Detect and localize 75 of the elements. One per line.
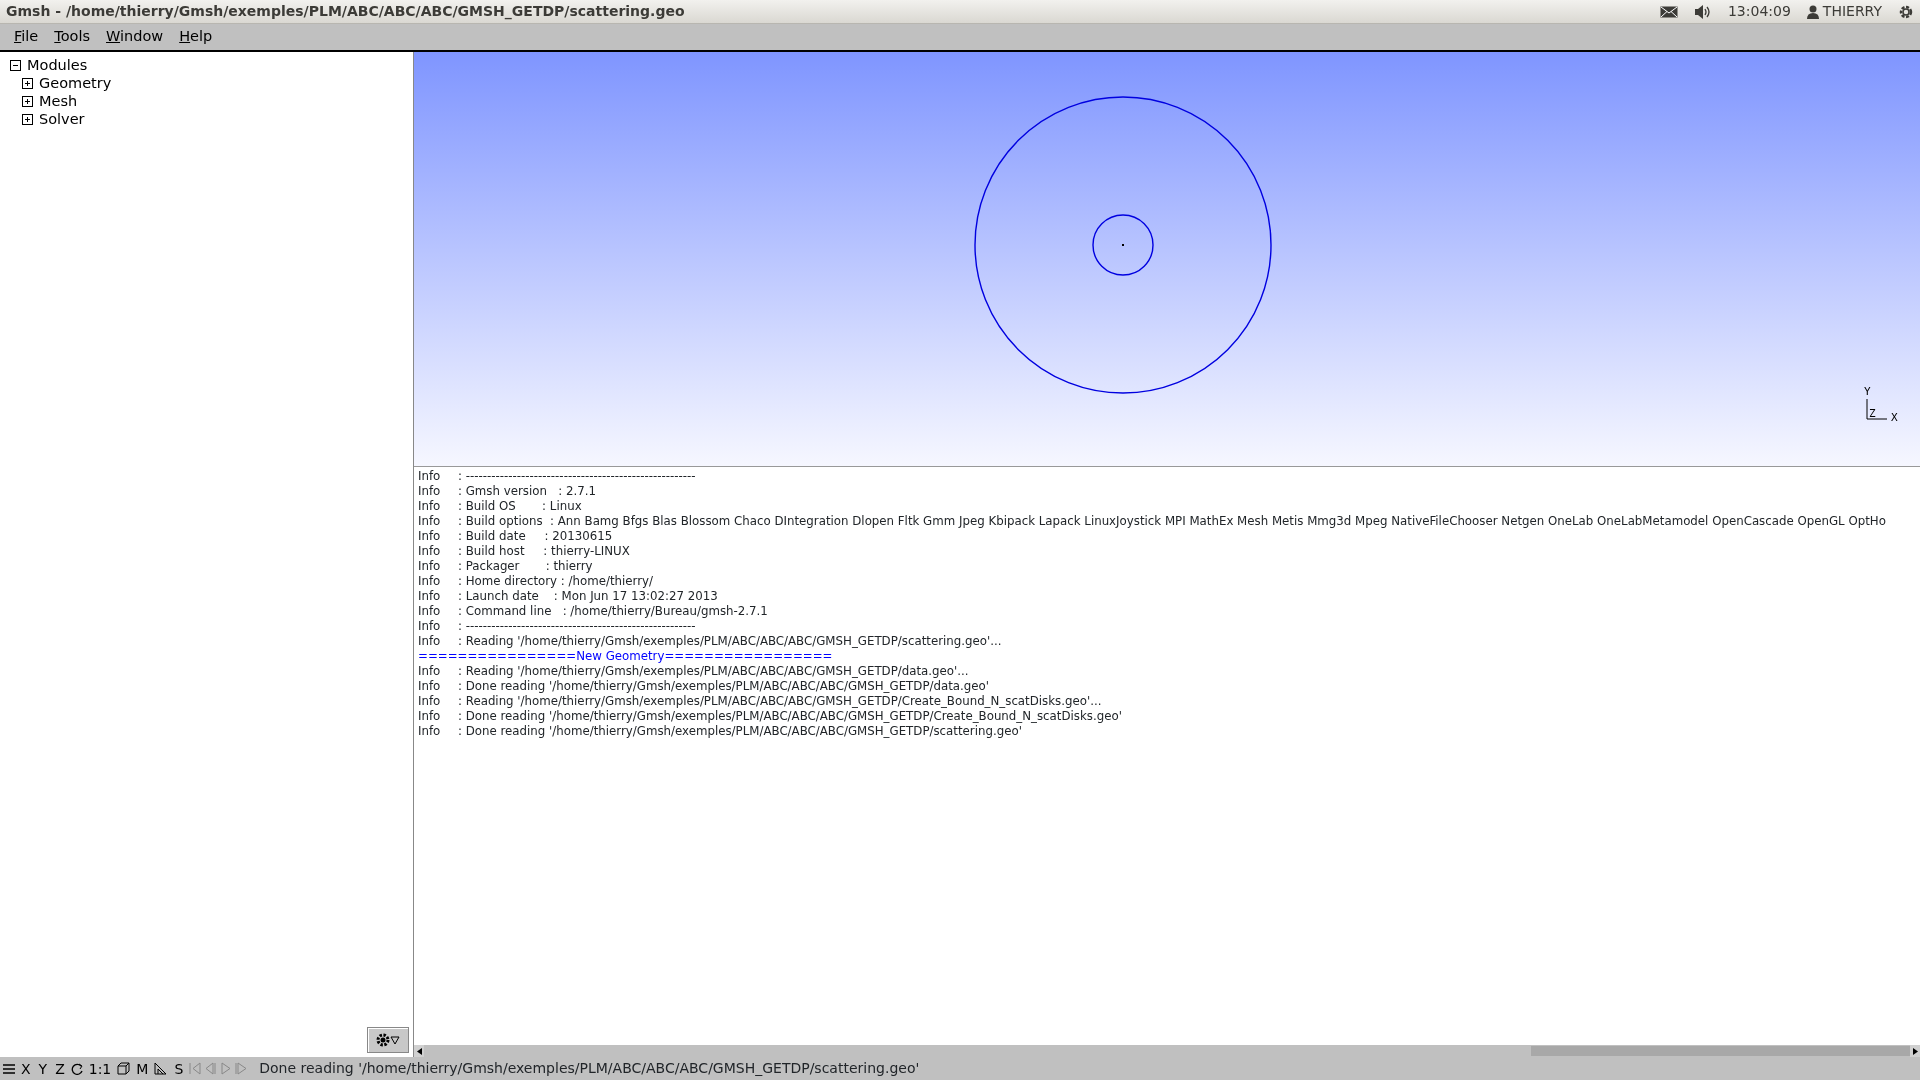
left-arrow-icon[interactable] (416, 1047, 422, 1055)
log-level: Info (418, 589, 442, 604)
log-level: Info (418, 724, 442, 739)
select-button[interactable]: S (172, 1058, 186, 1079)
log-level: Info (418, 544, 442, 559)
clock-time[interactable]: 13:04:09 (1727, 1, 1791, 22)
log-level: Info (418, 469, 442, 484)
log-level: Info (418, 679, 442, 694)
tree-toggle-icon[interactable] (22, 95, 33, 107)
status-message: Done reading '/home/thierry/Gmsh/exemples/PLM/ABC/ABC/ABC/GMSH_GETDP/scattering.geo' (259, 1059, 920, 1078)
horizontal-scrollbar[interactable] (414, 1045, 1920, 1057)
axis-label: Y (1864, 385, 1871, 398)
scale-button[interactable]: 1:1 (86, 1058, 114, 1079)
person-icon (1806, 4, 1819, 19)
menu-icon[interactable] (3, 1062, 15, 1075)
log-level: Info (418, 694, 442, 709)
tree-item[interactable]: Solver (39, 110, 85, 128)
speaker-icon[interactable] (1693, 3, 1712, 20)
user-name[interactable]: THIERRY (1822, 1, 1882, 22)
menu-item[interactable]: Window (98, 26, 172, 48)
right-arrow-icon[interactable] (1912, 1047, 1918, 1055)
log-message: : Build date : 20130615 (458, 529, 613, 543)
rotate-icon[interactable] (70, 1062, 83, 1075)
menu-item[interactable]: File (6, 26, 47, 48)
axis-button[interactable]: X (19, 1058, 33, 1079)
mail-icon[interactable] (1659, 5, 1678, 18)
log-message: : Build options : Ann Bamg Bfgs Blas Blossom Chaco DIntegration Dlopen Fltk Gmm Jpeg Kbipack Lapack LinuxJoystick MPI MathEx Mesh Metis Mmg3d Mpeg NativeFileChooser Netgen OneLab OneLabMetamodel OpenCascade OpenGL OptHo (458, 514, 1886, 528)
log-message: : Reading '/home/thierry/Gmsh/exemples/PLM/ABC/ABC/ABC/GMSH_GETDP/scattering.geo'... (458, 634, 1002, 648)
log-message: : Done reading '/home/thierry/Gmsh/exemples/PLM/ABC/ABC/ABC/GMSH_GETDP/Create_Bound_N_scatDisks.geo' (458, 709, 1122, 723)
log-message: : Reading '/home/thierry/Gmsh/exemples/PLM/ABC/ABC/ABC/GMSH_GETDP/Create_Bound_N_scatDisks.geo'... (458, 694, 1102, 708)
tree-toggle-icon[interactable] (10, 59, 21, 71)
log-level: Info (418, 634, 442, 649)
settings-icon (375, 1032, 401, 1048)
log-level: Info (418, 514, 442, 529)
tree-toggle-icon[interactable] (22, 113, 33, 125)
log-message: : ------------------------------------------------------ (458, 469, 696, 483)
log-level: Info (418, 529, 442, 544)
log-level: Info (418, 559, 442, 574)
scrollbar-thumb[interactable] (1531, 1046, 1910, 1056)
axes-drawing (1866, 398, 1888, 420)
tree-item[interactable]: Mesh (39, 92, 78, 110)
log-line: ================New Geometry================= (418, 649, 833, 663)
ruler-triangle-icon[interactable] (154, 1062, 169, 1075)
tree-item[interactable]: Geometry (39, 74, 112, 92)
log-message: : Launch date : Mon Jun 17 13:02:27 2013 (458, 589, 718, 603)
log-level: Info (418, 604, 442, 619)
log-message: : Packager : thierry (458, 559, 593, 573)
log-message: : Done reading '/home/thierry/Gmsh/exemples/PLM/ABC/ABC/ABC/GMSH_GETDP/data.geo' (458, 679, 989, 693)
window-title: Gmsh - /home/thierry/Gmsh/exemples/PLM/ABC/ABC/ABC/GMSH_GETDP/scattering.geo (6, 2, 686, 22)
log-message: : Build host : thierry-LINUX (458, 544, 630, 558)
log-level: Info (418, 619, 442, 634)
axis-button[interactable]: Y (36, 1058, 50, 1079)
log-level: Info (418, 499, 442, 514)
mesh-button[interactable]: M (134, 1058, 151, 1079)
log-level: Info (418, 664, 442, 679)
menu-item[interactable]: Help (171, 26, 221, 48)
log-level: Info (418, 709, 442, 724)
power-icon[interactable] (1898, 3, 1914, 20)
axis-label: Z (1869, 407, 1876, 420)
log-message: : ------------------------------------------------------ (458, 619, 696, 633)
log-level: Info (418, 484, 442, 499)
axis-button[interactable]: Z (53, 1058, 67, 1079)
log-message: : Home directory : /home/thierry/ (458, 574, 654, 588)
axis-label: X (1891, 411, 1898, 424)
log-message: : Gmsh version : 2.7.1 (458, 484, 596, 498)
cube-icon[interactable] (117, 1062, 131, 1075)
log-message: : Command line : /home/thierry/Bureau/gmsh-2.7.1 (458, 604, 768, 618)
menu-item[interactable]: Tools (46, 26, 98, 48)
tree-item[interactable]: Modules (27, 56, 88, 74)
log-message: : Done reading '/home/thierry/Gmsh/exemples/PLM/ABC/ABC/ABC/GMSH_GETDP/scattering.geo' (458, 724, 1022, 738)
log-level: Info (418, 574, 442, 589)
tree-toggle-icon[interactable] (22, 77, 33, 89)
settings-button[interactable] (367, 1027, 409, 1053)
log-message: : Reading '/home/thierry/Gmsh/exemples/PLM/ABC/ABC/ABC/GMSH_GETDP/data.geo'... (458, 664, 969, 678)
log-message: : Build OS : Linux (458, 499, 582, 513)
